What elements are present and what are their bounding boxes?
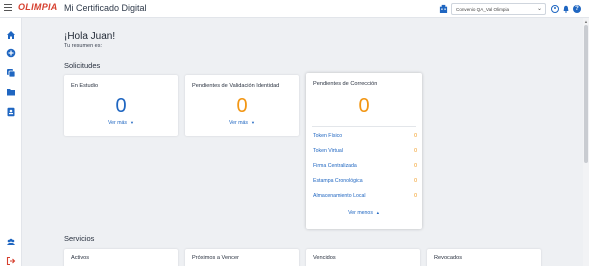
ver-menos-link[interactable]: Ver menos ▲: [306, 210, 422, 216]
card-en-estudio: En Estudio 0 Ver más ▼: [64, 75, 178, 136]
card-title: Activos: [71, 255, 90, 261]
ver-mas-link[interactable]: Ver más ▼: [185, 120, 299, 126]
row-label: Token Virtual: [313, 148, 343, 154]
building-icon[interactable]: [439, 4, 448, 13]
top-bar: OLIMPIA Mi Certificado Digital Convenio …: [0, 0, 589, 18]
row-value: 0: [414, 148, 417, 154]
users-icon[interactable]: [6, 237, 16, 247]
count-value: 0: [358, 95, 370, 117]
row-value: 0: [414, 178, 417, 184]
card-revocados: Revocados: [427, 249, 541, 266]
chevron-down-icon: ⌄: [536, 6, 542, 12]
contact-card-icon[interactable]: [6, 107, 16, 117]
ver-mas-label: Ver más: [108, 120, 128, 126]
ver-mas-link[interactable]: Ver más ▼: [64, 120, 178, 126]
card-pendientes-correccion: Pendientes de Corrección 0 Token Físico …: [306, 73, 422, 229]
row-label: Token Físico: [313, 133, 343, 139]
correction-row-almacenamiento-local[interactable]: Almacenamiento Local 0: [313, 193, 417, 200]
card-pendientes-validacion: Pendientes de Validación Identidad 0 Ver…: [185, 75, 299, 136]
bell-icon[interactable]: [562, 5, 570, 13]
card-title: En Estudio: [71, 83, 99, 89]
correction-row-firma-centralizada[interactable]: Firma Centralizada 0: [313, 163, 417, 170]
caret-up-icon: ▲: [375, 210, 380, 215]
ver-menos-label: Ver menos: [348, 210, 373, 216]
greeting: ¡Hola Juan!: [64, 31, 116, 42]
copy-icon[interactable]: [6, 68, 16, 78]
user-icon[interactable]: [551, 5, 559, 13]
app-title: Mi Certificado Digital: [64, 3, 147, 13]
count-value: 0: [115, 95, 127, 117]
correction-row-token-fisico[interactable]: Token Físico 0: [313, 133, 417, 140]
card-title: Próximos a Vencer: [192, 255, 239, 261]
brand-logo[interactable]: OLIMPIA: [18, 2, 58, 12]
card-activos: Activos: [64, 249, 178, 266]
summary-subtitle: Tu resumen es:: [64, 43, 103, 49]
caret-down-icon: ▼: [130, 120, 134, 125]
help-icon[interactable]: ?: [573, 5, 581, 13]
row-label: Almacenamiento Local: [313, 193, 366, 199]
menu-icon[interactable]: [4, 4, 12, 12]
card-title: Pendientes de Corrección: [313, 81, 378, 87]
card-proximos-a-vencer: Próximos a Vencer: [185, 249, 299, 266]
ver-mas-label: Ver más: [229, 120, 249, 126]
row-label: Firma Centralizada: [313, 163, 357, 169]
company-select[interactable]: Convenio QA_Val Olimpia ⌄: [451, 3, 546, 15]
logout-icon[interactable]: [6, 256, 16, 266]
scroll-up-icon[interactable]: ▲: [584, 19, 588, 24]
row-value: 0: [414, 193, 417, 199]
scrollbar-thumb[interactable]: [584, 25, 588, 163]
count-value: 0: [236, 95, 248, 117]
row-value: 0: [414, 163, 417, 169]
row-label: Estampa Cronológica: [313, 178, 363, 184]
home-icon[interactable]: [6, 30, 16, 40]
services-section-title: Servicios: [64, 234, 95, 243]
card-title: Pendientes de Validación Identidad: [192, 83, 280, 89]
caret-down-icon: ▼: [251, 120, 255, 125]
vertical-scrollbar[interactable]: ▲: [583, 18, 589, 266]
requests-section-title: Solicitudes: [64, 61, 101, 70]
card-title: Vencidos: [313, 255, 336, 261]
card-title: Revocados: [434, 255, 462, 261]
card-vencidos: Vencidos: [306, 249, 420, 266]
folder-icon[interactable]: [6, 87, 16, 97]
correction-row-estampa-cronologica[interactable]: Estampa Cronológica 0: [313, 178, 417, 185]
divider: [312, 126, 416, 127]
row-value: 0: [414, 133, 417, 139]
plus-circle-icon[interactable]: [6, 48, 16, 58]
correction-row-token-virtual[interactable]: Token Virtual 0: [313, 148, 417, 155]
company-select-value: Convenio QA_Val Olimpia: [456, 7, 510, 12]
sidebar: [0, 18, 22, 266]
